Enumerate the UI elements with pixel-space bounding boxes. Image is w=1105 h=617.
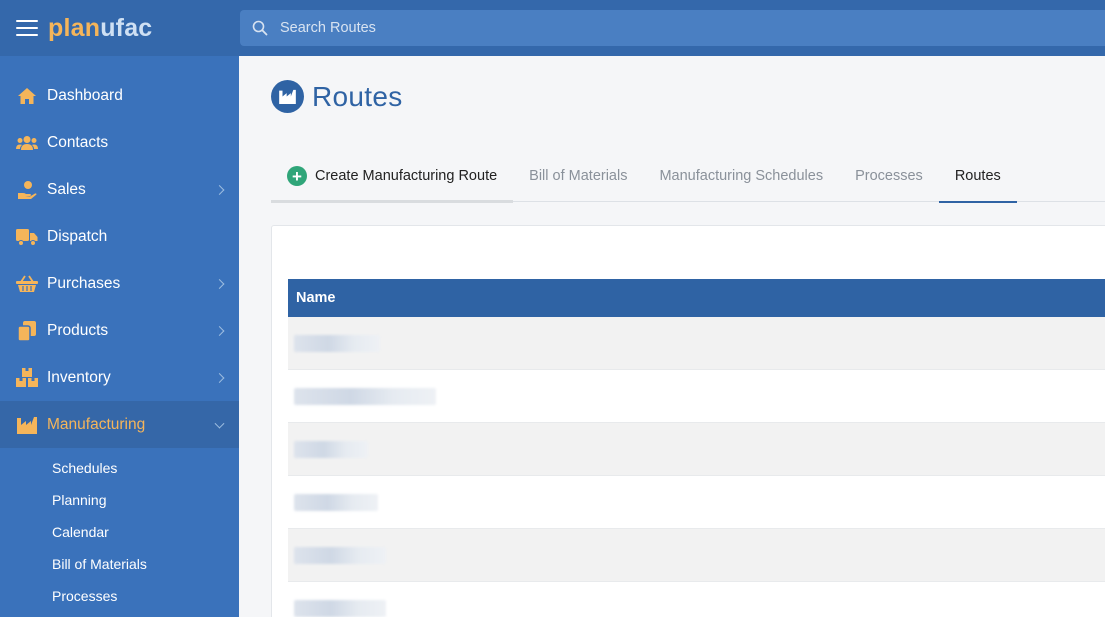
truck-icon: [16, 226, 38, 248]
sidebar-item-purchases[interactable]: Purchases: [0, 260, 239, 307]
chevron-right-icon: [214, 325, 225, 336]
page-title: Routes: [312, 80, 403, 112]
tab-label: Bill of Materials: [529, 168, 628, 184]
sidebar-subitem-processes[interactable]: Processes: [0, 580, 239, 612]
basket-icon: [16, 273, 38, 295]
sidebar-item-manufacturing[interactable]: Manufacturing: [0, 401, 239, 448]
redacted-cell: [294, 334, 380, 352]
hand-coin-icon: [16, 179, 38, 201]
app-logo[interactable]: planufac: [48, 14, 152, 43]
factory-icon: [271, 80, 304, 113]
redacted-cell: [294, 599, 386, 617]
sidebar-item-label: Purchases: [47, 274, 121, 292]
tab-bill-of-materials[interactable]: Bill of Materials: [513, 150, 643, 202]
copy-icon: [16, 320, 38, 342]
table-row[interactable]: [288, 370, 1105, 423]
table-row[interactable]: [288, 529, 1105, 582]
table-body: [288, 317, 1105, 617]
sidebar: planufac Dashboard Contacts Sales Dispat…: [0, 0, 239, 617]
sidebar-item-label: Dispatch: [47, 227, 108, 245]
tab-processes[interactable]: Processes: [839, 150, 939, 202]
routes-card: Name: [271, 225, 1105, 617]
tab-manufacturing-schedules[interactable]: Manufacturing Schedules: [643, 150, 839, 202]
sidebar-item-dashboard[interactable]: Dashboard: [0, 72, 239, 119]
redacted-cell: [294, 493, 378, 511]
table-header: Name: [288, 279, 1105, 317]
sidebar-nav: Dashboard Contacts Sales Dispatch Purcha…: [0, 56, 239, 612]
tab-label: Create Manufacturing Route: [315, 168, 498, 184]
search-input[interactable]: [280, 20, 880, 36]
sidebar-item-inventory[interactable]: Inventory: [0, 354, 239, 401]
boxes-icon: [16, 367, 38, 389]
search-icon: [252, 20, 268, 36]
tab-label: Processes: [855, 168, 923, 184]
redacted-cell: [294, 387, 436, 405]
plus-circle-icon: +: [287, 166, 307, 186]
tab-label: Manufacturing Schedules: [659, 168, 824, 184]
sidebar-item-products[interactable]: Products: [0, 307, 239, 354]
search-box[interactable]: [240, 10, 1105, 46]
table-row[interactable]: [288, 317, 1105, 370]
table-row[interactable]: [288, 423, 1105, 476]
table-row[interactable]: [288, 476, 1105, 529]
sidebar-item-dispatch[interactable]: Dispatch: [0, 213, 239, 260]
sidebar-subitem-schedules[interactable]: Schedules: [0, 452, 239, 484]
tab-label: Routes: [954, 168, 1001, 184]
sidebar-item-label: Contacts: [47, 133, 109, 151]
sidebar-item-label: Products: [47, 321, 109, 339]
sidebar-item-label: Sales: [47, 180, 86, 198]
chevron-right-icon: [214, 372, 225, 383]
chevron-right-icon: [214, 184, 225, 195]
main-content: Routes + Create Manufacturing Route Bill…: [239, 56, 1105, 617]
sidebar-item-label: Dashboard: [47, 86, 123, 104]
redacted-cell: [294, 440, 368, 458]
sidebar-item-label: Inventory: [47, 368, 111, 386]
home-icon: [16, 85, 38, 107]
sidebar-item-contacts[interactable]: Contacts: [0, 119, 239, 166]
sidebar-subitem-calendar[interactable]: Calendar: [0, 516, 239, 548]
sidebar-subitem-bill-of-materials[interactable]: Bill of Materials: [0, 548, 239, 580]
routes-table: Name: [288, 279, 1105, 617]
chevron-down-icon: [214, 418, 225, 429]
tab-bar: + Create Manufacturing Route Bill of Mat…: [271, 150, 1105, 203]
sidebar-subitem-planning[interactable]: Planning: [0, 484, 239, 516]
tab-routes[interactable]: Routes: [938, 150, 1017, 203]
column-header-name[interactable]: Name: [296, 290, 336, 306]
chevron-right-icon: [214, 278, 225, 289]
top-bar: [239, 0, 1105, 56]
brand-bar: planufac: [0, 0, 239, 56]
sidebar-item-label: Manufacturing: [47, 415, 146, 433]
create-manufacturing-route-button[interactable]: + Create Manufacturing Route: [271, 150, 514, 203]
sidebar-item-sales[interactable]: Sales: [0, 166, 239, 213]
redacted-cell: [294, 546, 386, 564]
page-header: Routes: [271, 80, 403, 113]
users-icon: [16, 132, 38, 154]
hamburger-menu-icon[interactable]: [16, 20, 38, 36]
manufacturing-submenu: Schedules Planning Calendar Bill of Mate…: [0, 448, 239, 612]
factory-icon: [16, 414, 38, 436]
table-row[interactable]: [288, 582, 1105, 617]
